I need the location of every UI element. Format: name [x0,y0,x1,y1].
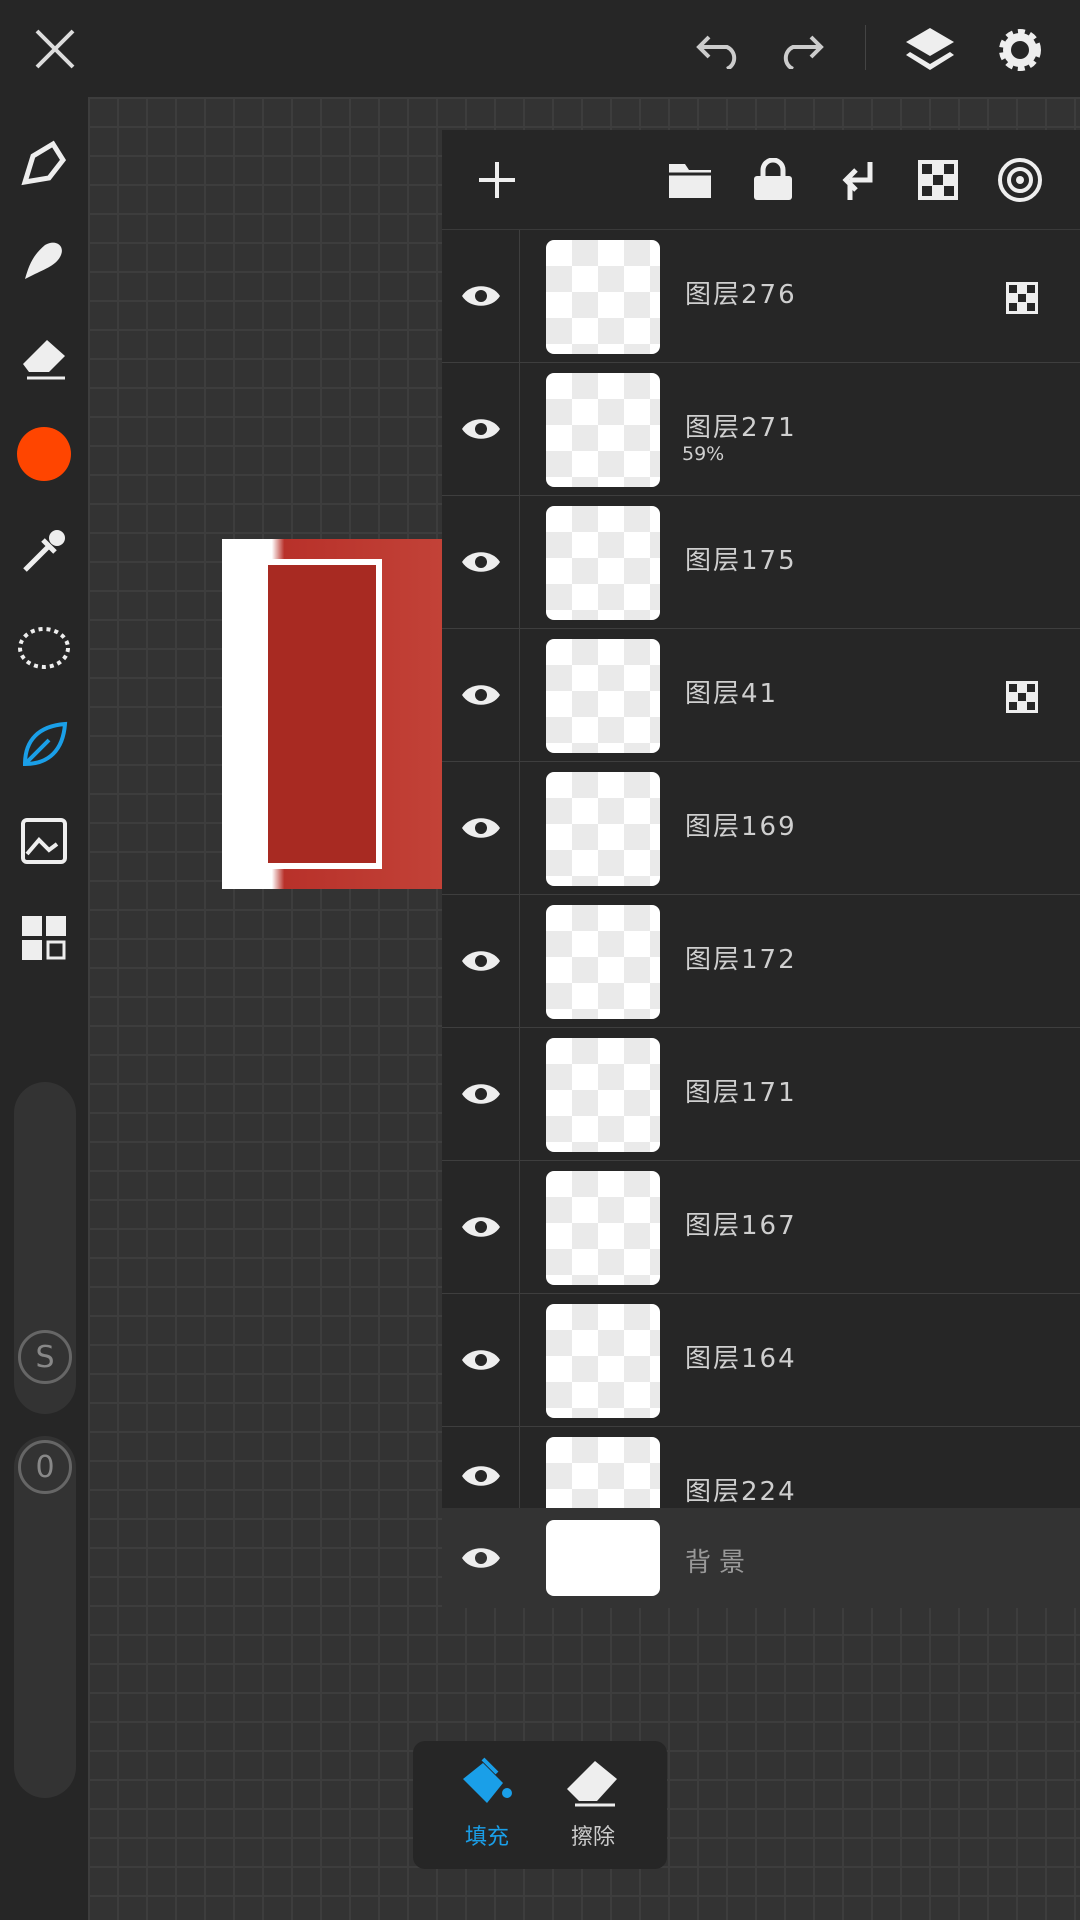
layer-row[interactable]: 图层169 [442,762,1080,895]
layer-opacity: 59% [682,443,725,465]
layer-thumbnail [546,240,660,354]
eye-icon[interactable] [442,1508,520,1608]
opacity-slider[interactable]: 0 [14,1436,76,1798]
layers-toolbar [442,130,1080,230]
paint-bucket-icon [463,1757,512,1803]
fill-erase-panel: 填充 擦除 [413,1741,667,1869]
layer-name: 图层169 [685,812,797,842]
eyedropper-icon[interactable] [14,521,74,581]
fill-label: 填充 [464,1825,509,1850]
layers-icon[interactable] [900,20,960,80]
fill-button[interactable]: 填充 [437,1757,537,1851]
grid-icon[interactable] [14,908,74,968]
eye-icon[interactable] [442,496,520,628]
layer-row[interactable]: 图层276 [442,230,1080,363]
layer-row[interactable]: 图层271 59% [442,363,1080,496]
alpha-lock-icon[interactable] [1006,681,1038,717]
layer-thumbnail [546,1304,660,1418]
alpha-lock-icon[interactable] [1006,282,1038,318]
background-layer-row[interactable]: 背景 [442,1508,1080,1608]
layer-name: 背景 [685,1548,754,1578]
layers-panel: 图层276 图层271 59% 图层175 图层41 图层169 图层172 图… [442,130,1080,1608]
layer-name: 图层172 [685,945,797,975]
layer-row[interactable]: 图层41 [442,629,1080,762]
eye-icon[interactable] [442,230,520,362]
layer-thumbnail [546,905,660,1019]
layer-row[interactable]: 图层172 [442,895,1080,1028]
layer-thumbnail [546,1520,660,1596]
layer-thumbnail [546,373,660,487]
layer-name: 图层175 [685,546,797,576]
alpha-lock-icon[interactable] [908,150,968,210]
eye-icon[interactable] [442,363,520,495]
eraser-icon [567,1761,617,1807]
eye-icon[interactable] [442,1294,520,1426]
layer-name: 图层164 [685,1344,797,1374]
layer-thumbnail [546,1171,660,1285]
redo-icon[interactable] [770,22,830,76]
layer-name: 图层167 [685,1211,797,1241]
eye-icon[interactable] [442,1161,520,1293]
color-swatch[interactable] [14,424,74,484]
brush-size-slider[interactable]: S [14,1082,76,1414]
layer-name: 图层171 [685,1078,797,1108]
layer-thumbnail [546,506,660,620]
layer-name: 图层41 [685,679,779,709]
smudge-icon[interactable] [14,230,74,290]
layer-name: 图层224 [685,1477,797,1507]
layer-thumbnail [546,772,660,886]
layer-row[interactable]: 图层171 [442,1028,1080,1161]
layer-name: 图层271 [685,413,797,443]
left-toolbar: S 0 [0,97,88,1920]
size-knob[interactable]: S [18,1330,72,1384]
target-icon[interactable] [990,150,1050,210]
layer-row[interactable]: 图层164 [442,1294,1080,1427]
folder-icon[interactable] [660,150,720,210]
undo-icon[interactable] [690,22,750,76]
close-icon[interactable] [25,22,85,76]
opacity-knob[interactable]: 0 [18,1440,72,1494]
gear-icon[interactable] [990,20,1050,80]
pen-icon[interactable] [14,133,74,193]
lasso-icon[interactable] [14,618,74,678]
layer-thumbnail [546,1038,660,1152]
lock-icon[interactable] [743,150,803,210]
layer-row[interactable]: 图层175 [442,496,1080,629]
eye-icon[interactable] [442,895,520,1027]
erase-label: 擦除 [570,1825,615,1850]
erase-button[interactable]: 擦除 [543,1757,643,1851]
leaf-brush-icon[interactable] [14,715,74,775]
eye-icon[interactable] [442,629,520,761]
eye-icon[interactable] [442,1028,520,1160]
eraser-icon[interactable] [14,327,74,387]
layer-thumbnail [546,639,660,753]
layer-name: 图层276 [685,280,797,310]
eye-icon[interactable] [442,762,520,894]
top-bar [0,0,1080,97]
layer-row[interactable]: 图层167 [442,1161,1080,1294]
add-icon[interactable] [467,150,527,210]
image-import-icon[interactable] [14,811,74,871]
merge-down-icon[interactable] [826,150,886,210]
